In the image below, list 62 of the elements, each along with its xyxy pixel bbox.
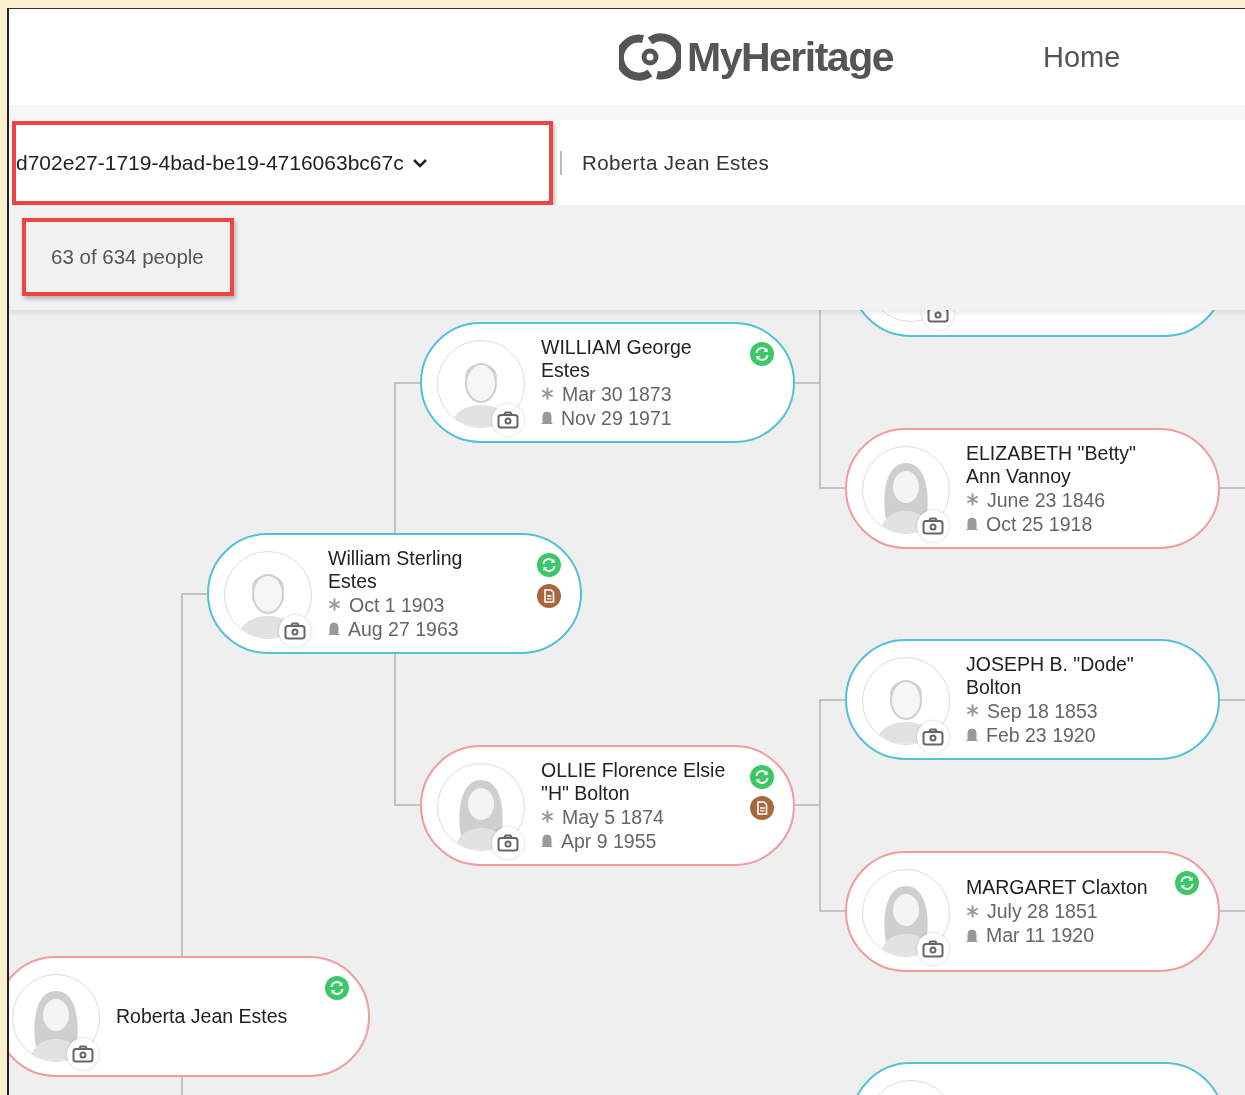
person-card[interactable]: William Sterling Estes Oct 1 1903 Aug 27 1963 [207, 533, 582, 654]
add-photo-button[interactable] [917, 510, 949, 542]
death-date: Nov 29 1971 [561, 405, 672, 430]
tombstone-icon [328, 622, 340, 635]
person-name: OLLIE Florence Elsie "H" Bolton [541, 758, 726, 805]
person-card[interactable]: WILLIAM George Estes Mar 30 1873 Nov 29 1971 [420, 322, 795, 443]
person-name: Roberta Jean Estes [116, 1005, 288, 1028]
person-card[interactable]: OLLIE Florence Elsie "H" Bolton May 5 1874 Apr 9 1955 [420, 745, 795, 866]
person-card[interactable]: MARGARET Claxton July 28 1851 Mar 11 1920 [845, 851, 1220, 972]
person-name: ELIZABETH "Betty" Ann Vannoy [966, 441, 1136, 488]
people-count: 63 of 634 people [51, 245, 204, 269]
asterisk-icon [966, 493, 979, 506]
tombstone-icon [966, 928, 978, 942]
person-name: JOSEPH B. "Dode" Bolton [966, 652, 1134, 699]
death-date: Oct 25 1918 [986, 511, 1093, 536]
add-photo-button[interactable] [492, 404, 524, 436]
camera-icon [927, 310, 949, 323]
asterisk-icon [328, 598, 341, 611]
tombstone-icon [966, 517, 978, 530]
camera-icon [922, 517, 944, 535]
camera-icon [497, 411, 519, 429]
logo-wordmark[interactable]: MyHeritage [687, 33, 893, 81]
add-photo-button[interactable] [917, 933, 949, 965]
birth-date: July 28 1851 [987, 899, 1098, 923]
asterisk-icon [966, 704, 979, 717]
camera-icon [922, 728, 944, 746]
root-person-name[interactable]: Roberta Jean Estes [582, 150, 770, 175]
caret-icon [411, 156, 428, 169]
asterisk-icon [541, 387, 554, 400]
death-date: Aug 27 1963 [348, 616, 459, 641]
add-photo-button[interactable] [279, 615, 311, 647]
camera-icon [497, 834, 519, 852]
person-card[interactable]: ELIZABETH "Betty" Ann Vannoy June 23 1846 Oct 25 1918 [845, 428, 1220, 549]
person-name: William Sterling Estes [328, 546, 463, 593]
person-name: WILLIAM George Estes [541, 335, 692, 382]
person-card[interactable]: Roberta Jean Estes [9, 956, 370, 1077]
tombstone-icon [966, 728, 978, 741]
camera-icon [922, 940, 944, 958]
birth-date: Mar 30 1873 [562, 381, 672, 406]
death-date: Feb 23 1920 [986, 722, 1096, 747]
death-date: Mar 11 1920 [986, 923, 1095, 947]
tombstone-icon [541, 411, 553, 424]
camera-icon [284, 622, 306, 640]
asterisk-icon [541, 810, 554, 823]
birth-date: Sep 18 1853 [987, 698, 1098, 723]
person-name: MARGARET Claxton [966, 876, 1148, 899]
birth-date: Oct 1 1903 [349, 592, 445, 617]
birth-date: May 5 1874 [562, 804, 664, 829]
nav-link[interactable]: Home [1043, 40, 1121, 74]
add-photo-button[interactable] [67, 1038, 99, 1070]
document-icon[interactable] [537, 584, 561, 608]
tombstone-icon [541, 834, 553, 847]
birth-date: June 23 1846 [987, 487, 1106, 512]
document-icon[interactable] [750, 796, 774, 820]
death-date: Apr 9 1955 [561, 828, 657, 853]
logo-icon [619, 33, 681, 81]
person-card[interactable]: JOSEPH B. "Dode" Bolton Sep 18 1853 Feb 23 1920 [845, 639, 1220, 760]
add-photo-button[interactable] [492, 827, 524, 859]
asterisk-icon [966, 904, 979, 918]
camera-icon [72, 1045, 94, 1063]
add-photo-button[interactable] [917, 721, 949, 753]
tree-selector-dropdown[interactable]: d702e27-1719-4bad-be19-4716063bc67c [16, 150, 428, 175]
